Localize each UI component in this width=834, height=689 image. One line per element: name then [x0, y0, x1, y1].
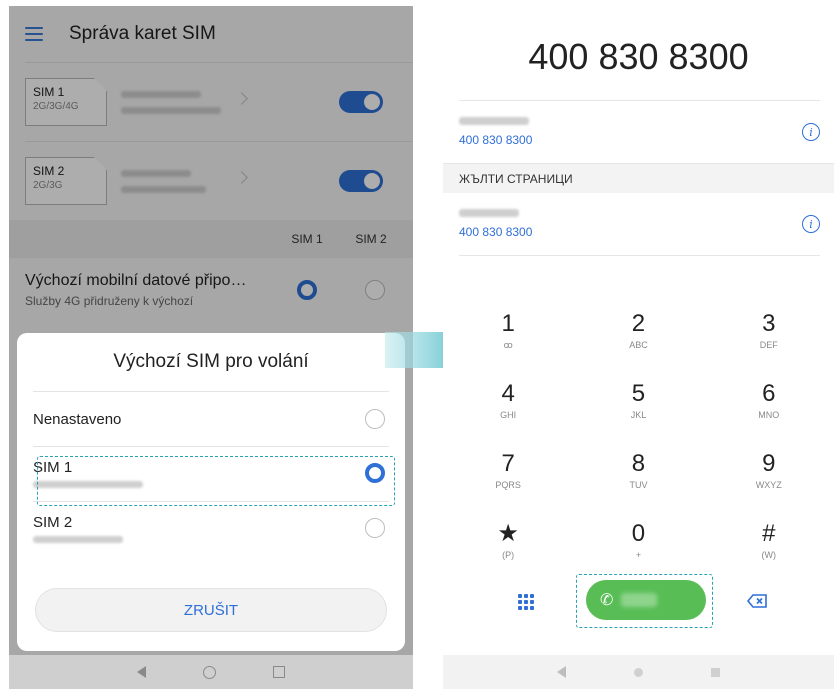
info-icon[interactable]: i — [802, 215, 820, 233]
option-sim2[interactable]: SIM 2 — [33, 502, 389, 556]
dialer-actions: ✆ — [443, 574, 834, 634]
option-number-redacted — [33, 536, 123, 543]
default-call-sim-dialog: Výchozí SIM pro volání Nenastaveno SIM 1… — [17, 333, 405, 651]
contact-name-redacted — [459, 117, 529, 125]
key-9[interactable]: 9 WXYZ — [704, 446, 834, 516]
dialed-number: 400 830 8300 — [528, 36, 749, 77]
dial-keypad: 1ꝏ 2 ABC 3 DEF 4 GHI 5 JKL 6 MNO 7 PQRS 8 TUV 9… — [443, 306, 834, 586]
key-1[interactable]: 1ꝏ — [443, 306, 573, 376]
option-radio[interactable] — [365, 518, 385, 538]
recent-apps-icon[interactable] — [272, 666, 285, 678]
option-label: SIM 2 — [33, 514, 73, 531]
key-7[interactable]: 7 PQRS — [443, 446, 573, 516]
dialer-screen: 400 830 8300 400 830 8300 i ЖЪЛТИ СТРАНИ… — [443, 6, 834, 689]
search-result-2[interactable]: 400 830 8300 i — [443, 193, 834, 255]
option-label: Nenastaveno — [33, 410, 122, 428]
option-sim1[interactable]: SIM 1 — [33, 447, 389, 501]
cancel-button[interactable]: ZRUŠIT — [35, 588, 387, 632]
option-radio[interactable] — [365, 463, 385, 483]
backspace-icon[interactable] — [747, 594, 767, 608]
back-icon[interactable] — [137, 666, 147, 678]
home-icon[interactable] — [202, 665, 216, 679]
canvas: Správa karet SIM SIM 1 2G/3G/4G SIM 2 2G… — [0, 0, 834, 689]
recent-apps-icon[interactable] — [711, 667, 720, 677]
key-3[interactable]: 3 DEF — [704, 306, 834, 376]
phone-icon: ✆ — [600, 592, 614, 609]
yellow-pages-header: ЖЪЛТИ СТРАНИЦИ — [443, 163, 834, 193]
key-4[interactable]: 4 GHI — [443, 376, 573, 446]
info-icon[interactable]: i — [802, 123, 820, 141]
search-result-1[interactable]: 400 830 8300 i — [443, 101, 834, 163]
contact-number: 400 830 8300 — [459, 225, 533, 239]
sim-management-screen: Správa karet SIM SIM 1 2G/3G/4G SIM 2 2G… — [9, 6, 413, 689]
key-6[interactable]: 6 MNO — [704, 376, 834, 446]
key-8[interactable]: 8 TUV — [573, 446, 703, 516]
voicemail-icon: ꝏ — [503, 340, 513, 350]
navigation-bar — [443, 655, 834, 689]
dialpad-icon[interactable] — [518, 594, 534, 610]
option-label: SIM 1 — [33, 459, 73, 476]
option-not-set[interactable]: Nenastaveno — [33, 392, 389, 446]
dialog-title: Výchozí SIM pro volání — [113, 351, 309, 372]
key-2[interactable]: 2 ABC — [573, 306, 703, 376]
call-button[interactable]: ✆ — [586, 580, 706, 620]
back-icon[interactable] — [557, 666, 566, 678]
navigation-bar — [9, 655, 413, 689]
contact-name-redacted — [459, 209, 519, 217]
sim-label-redacted — [621, 593, 658, 607]
contact-number: 400 830 8300 — [459, 133, 533, 147]
home-icon[interactable] — [634, 667, 643, 677]
option-radio[interactable] — [365, 409, 385, 429]
key-5[interactable]: 5 JKL — [573, 376, 703, 446]
option-number-redacted — [33, 481, 143, 488]
